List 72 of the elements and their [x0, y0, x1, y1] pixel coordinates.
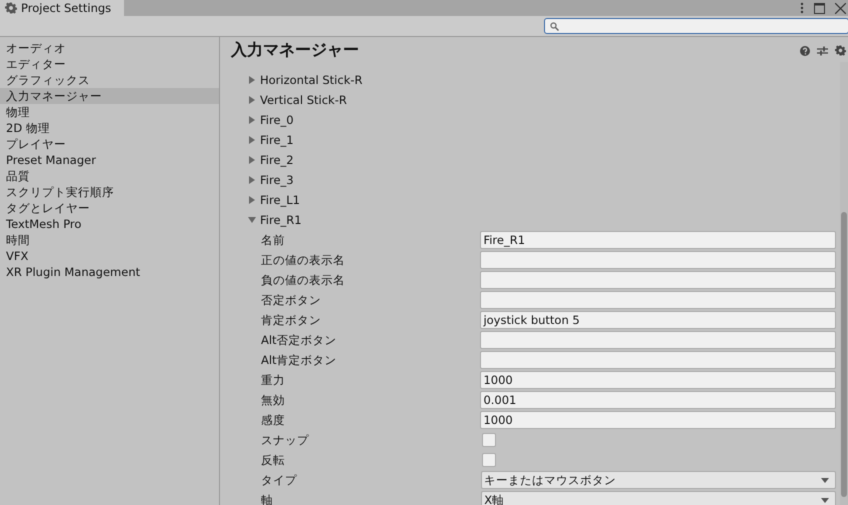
axis-label[interactable]: Fire_0: [260, 113, 294, 127]
settings-icon: [5, 2, 17, 14]
sidebar-item[interactable]: 2D 物理: [0, 120, 219, 136]
sidebar-item[interactable]: オーディオ: [0, 40, 219, 56]
sidebar-item[interactable]: TextMesh Pro: [0, 216, 219, 232]
axis-label[interactable]: Fire_3: [260, 173, 294, 187]
property-label: Alt否定ボタン: [261, 332, 338, 348]
axis-label[interactable]: Fire_1: [260, 133, 294, 147]
sidebar-item[interactable]: エディター: [0, 56, 219, 72]
text-field[interactable]: [480, 291, 836, 309]
text-field[interactable]: 0.001: [480, 391, 836, 409]
property-label: 名前: [261, 232, 286, 248]
axis-label[interactable]: Vertical Stick-R: [260, 93, 347, 107]
maximize-icon[interactable]: [814, 2, 825, 14]
text-field[interactable]: 1000: [480, 371, 836, 389]
expand-arrow-icon[interactable]: [248, 216, 256, 224]
sidebar-item[interactable]: 時間: [0, 232, 219, 248]
property-label: スナップ: [261, 432, 310, 448]
dropdown[interactable]: キーまたはマウスボタン: [481, 471, 836, 489]
sidebar-item[interactable]: XR Plugin Management: [0, 264, 219, 280]
sidebar-item[interactable]: グラフィックス: [0, 72, 219, 88]
text-field[interactable]: Fire_R1: [480, 231, 836, 249]
property-label: 無効: [261, 392, 286, 408]
caret-icon: [821, 478, 829, 482]
expand-arrow-icon[interactable]: [248, 116, 256, 124]
sidebar-item[interactable]: VFX: [0, 248, 219, 264]
more-icon[interactable]: [800, 2, 804, 14]
expand-arrow-icon[interactable]: [248, 96, 256, 104]
sidebar-item[interactable]: Preset Manager: [0, 152, 219, 168]
sidebar-item[interactable]: 物理: [0, 104, 219, 120]
sidebar-item[interactable]: 品質: [0, 168, 219, 184]
property-label: 感度: [261, 412, 286, 428]
text-field[interactable]: 1000: [480, 411, 836, 429]
sidebar-item[interactable]: 入力マネージャー: [0, 88, 219, 104]
search-field[interactable]: [544, 18, 848, 34]
checkbox[interactable]: [482, 433, 496, 447]
sidebar-item[interactable]: プレイヤー: [0, 136, 219, 152]
sliders-icon[interactable]: [817, 46, 828, 56]
text-field[interactable]: [480, 331, 836, 349]
property-label: 正の値の表示名: [261, 252, 346, 268]
property-label: 反転: [261, 452, 286, 468]
help-icon[interactable]: [800, 46, 810, 56]
axis-label[interactable]: Fire_2: [260, 153, 294, 167]
axis-label[interactable]: Fire_R1: [260, 213, 302, 227]
expand-arrow-icon[interactable]: [248, 156, 256, 164]
search-icon: [550, 22, 559, 30]
property-label: 肯定ボタン: [261, 312, 322, 328]
text-field[interactable]: [480, 251, 836, 269]
property-label: Alt肯定ボタン: [261, 352, 338, 368]
sidebar-item[interactable]: スクリプト実行順序: [0, 184, 219, 200]
close-icon[interactable]: [835, 2, 846, 14]
expand-arrow-icon[interactable]: [248, 76, 256, 84]
expand-arrow-icon[interactable]: [248, 136, 256, 144]
expand-arrow-icon[interactable]: [248, 196, 256, 204]
sidebar-item[interactable]: タグとレイヤー: [0, 200, 219, 216]
property-label: 重力: [261, 372, 286, 388]
property-label: タイプ: [261, 472, 298, 488]
text-field[interactable]: [480, 271, 836, 289]
property-label: 負の値の表示名: [261, 272, 346, 288]
page-title: 入力マネージャー: [231, 40, 359, 61]
axis-label[interactable]: Fire_L1: [260, 193, 300, 207]
scrollbar[interactable]: [840, 62, 848, 505]
text-field[interactable]: [480, 351, 836, 369]
text-field[interactable]: joystick button 5: [480, 311, 836, 329]
expand-arrow-icon[interactable]: [248, 176, 256, 184]
caret-icon: [821, 498, 829, 502]
settings-icon[interactable]: [835, 45, 846, 56]
property-label: 否定ボタン: [261, 292, 322, 308]
property-label: 軸: [261, 492, 274, 505]
window-tab[interactable]: Project Settings: [0, 0, 124, 16]
axis-label[interactable]: Horizontal Stick-R: [260, 73, 363, 87]
checkbox[interactable]: [482, 453, 496, 467]
